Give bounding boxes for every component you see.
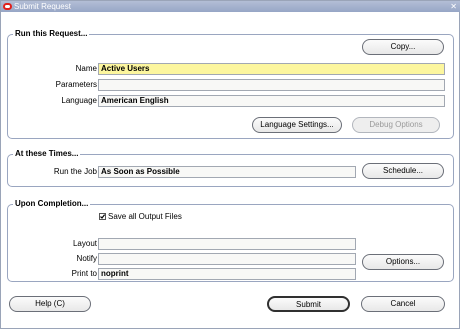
completion-heading: Upon Completion... [13, 199, 91, 209]
submit-request-window: Submit Request ✕ Run this Request... Cop… [0, 0, 460, 329]
options-button[interactable]: Options... [362, 254, 444, 270]
run-request-heading: Run this Request... [13, 29, 90, 39]
name-field[interactable]: Active Users [98, 63, 445, 75]
save-output-checkbox[interactable] [99, 213, 106, 220]
schedule-group: At these Times... Run the Job As Soon as… [7, 149, 454, 187]
name-label: Name [75, 64, 97, 73]
copy-button[interactable]: Copy... [362, 39, 444, 55]
parameters-field[interactable] [98, 79, 445, 91]
notify-field[interactable] [98, 253, 356, 265]
language-settings-button[interactable]: Language Settings... [252, 117, 342, 133]
layout-field[interactable] [98, 238, 356, 250]
window-title: Submit Request [14, 2, 71, 11]
close-icon[interactable]: ✕ [450, 1, 457, 12]
help-button[interactable]: Help (C) [9, 296, 91, 312]
run-job-field[interactable]: As Soon as Possible [98, 166, 356, 178]
debug-options-button[interactable]: Debug Options [352, 117, 440, 133]
language-field[interactable]: American English [98, 95, 445, 107]
schedule-button[interactable]: Schedule... [362, 163, 444, 179]
parameters-label: Parameters [55, 80, 97, 89]
run-job-label: Run the Job [53, 167, 97, 176]
run-request-group: Run this Request... Copy... Name Active … [7, 29, 454, 139]
submit-button[interactable]: Submit [267, 296, 350, 312]
notify-label: Notify [76, 254, 97, 263]
print-to-label: Print to [71, 269, 97, 278]
layout-label: Layout [72, 239, 97, 248]
title-bar[interactable]: Submit Request ✕ [1, 1, 460, 12]
schedule-heading: At these Times... [13, 149, 81, 159]
language-label: Language [61, 96, 97, 105]
cancel-button[interactable]: Cancel [361, 296, 445, 312]
print-to-field[interactable]: noprint [98, 268, 356, 280]
save-output-label: Save all Output Files [108, 212, 182, 221]
completion-group: Upon Completion... Save all Output Files… [7, 199, 454, 282]
oracle-logo-icon [3, 3, 12, 10]
